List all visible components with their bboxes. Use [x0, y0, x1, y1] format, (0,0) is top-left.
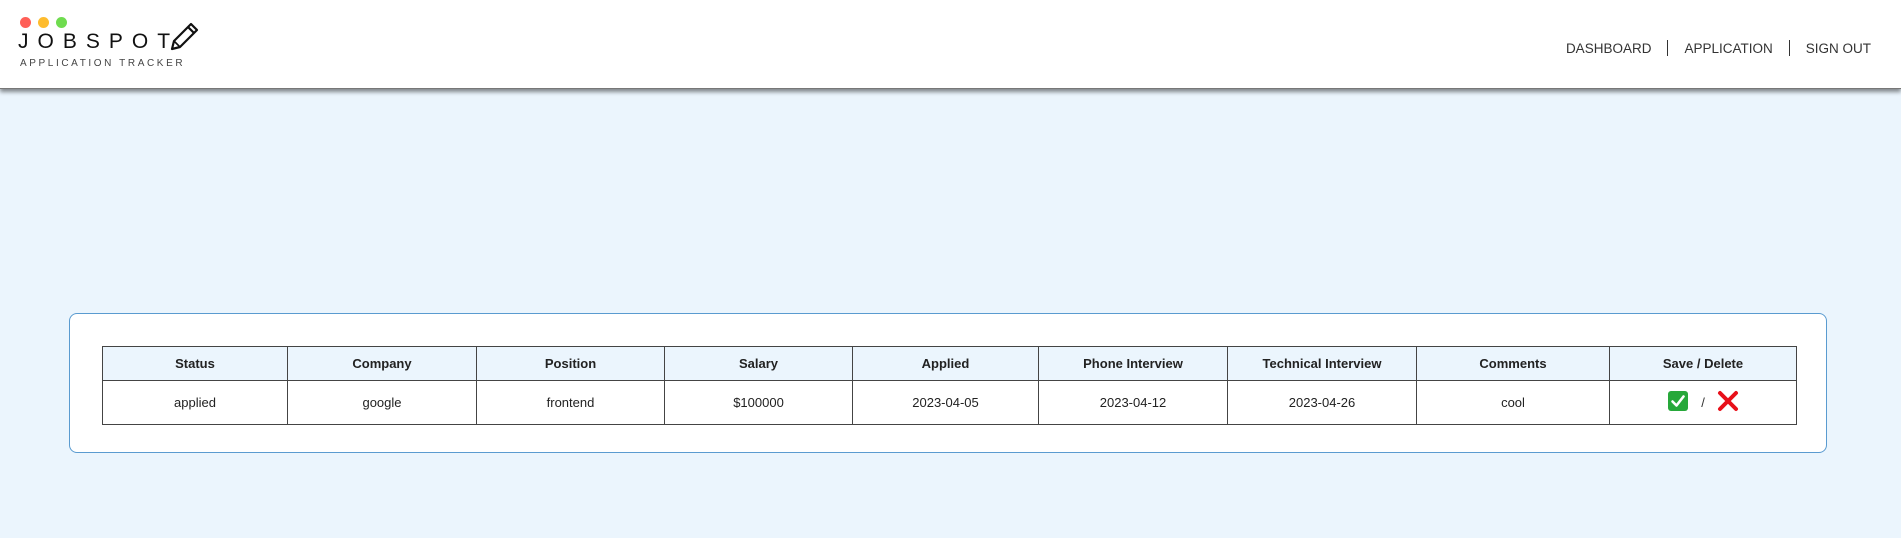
cross-mark-icon [1717, 391, 1738, 411]
cell-comments: cool [1416, 380, 1610, 425]
save-button[interactable] [1667, 390, 1689, 415]
cell-position: frontend [476, 380, 665, 425]
nav-dashboard-link[interactable]: DASHBOARD [1566, 41, 1652, 56]
column-header-position: Position [476, 346, 665, 381]
row-actions: / [1611, 390, 1795, 415]
table-header-row: Status Company Position Salary Applied P… [102, 346, 1797, 381]
nav-application-link[interactable]: APPLICATION [1684, 41, 1772, 56]
nav-sign-out-link[interactable]: SIGN OUT [1806, 41, 1871, 56]
nav-divider [1788, 40, 1790, 56]
pencil-icon [170, 22, 199, 51]
green-dot-icon [56, 17, 67, 28]
window-dots [20, 17, 67, 28]
table-row: applied google frontend $100000 2023-04-… [102, 380, 1797, 425]
main-nav: DASHBOARD APPLICATION SIGN OUT [1566, 40, 1871, 56]
cell-applied: 2023-04-05 [852, 380, 1039, 425]
column-header-applied: Applied [852, 346, 1039, 381]
top-header: JOBSPOT APPLICATION TRACKER DASHBOARD AP… [0, 0, 1901, 89]
delete-button[interactable] [1717, 390, 1739, 415]
applications-card: Status Company Position Salary Applied P… [69, 313, 1827, 453]
check-mark-icon [1668, 391, 1689, 411]
cell-status: applied [102, 380, 288, 425]
cell-actions: / [1609, 380, 1797, 425]
cell-phone-interview: 2023-04-12 [1038, 380, 1228, 425]
cell-company: google [287, 380, 477, 425]
applications-table: Status Company Position Salary Applied P… [102, 346, 1797, 425]
column-header-save-delete: Save / Delete [1609, 346, 1797, 381]
cell-technical-interview: 2023-04-26 [1227, 380, 1417, 425]
red-dot-icon [20, 17, 31, 28]
column-header-status: Status [102, 346, 288, 381]
column-header-technical-interview: Technical Interview [1227, 346, 1417, 381]
logo-subtitle: APPLICATION TRACKER [20, 58, 186, 69]
action-separator: / [1701, 395, 1705, 410]
column-header-salary: Salary [664, 346, 853, 381]
logo-text: JOBSPOT [18, 30, 180, 53]
column-header-phone-interview: Phone Interview [1038, 346, 1228, 381]
cell-salary: $100000 [664, 380, 853, 425]
column-header-company: Company [287, 346, 477, 381]
nav-divider [1667, 40, 1669, 56]
yellow-dot-icon [38, 17, 49, 28]
column-header-comments: Comments [1416, 346, 1610, 381]
